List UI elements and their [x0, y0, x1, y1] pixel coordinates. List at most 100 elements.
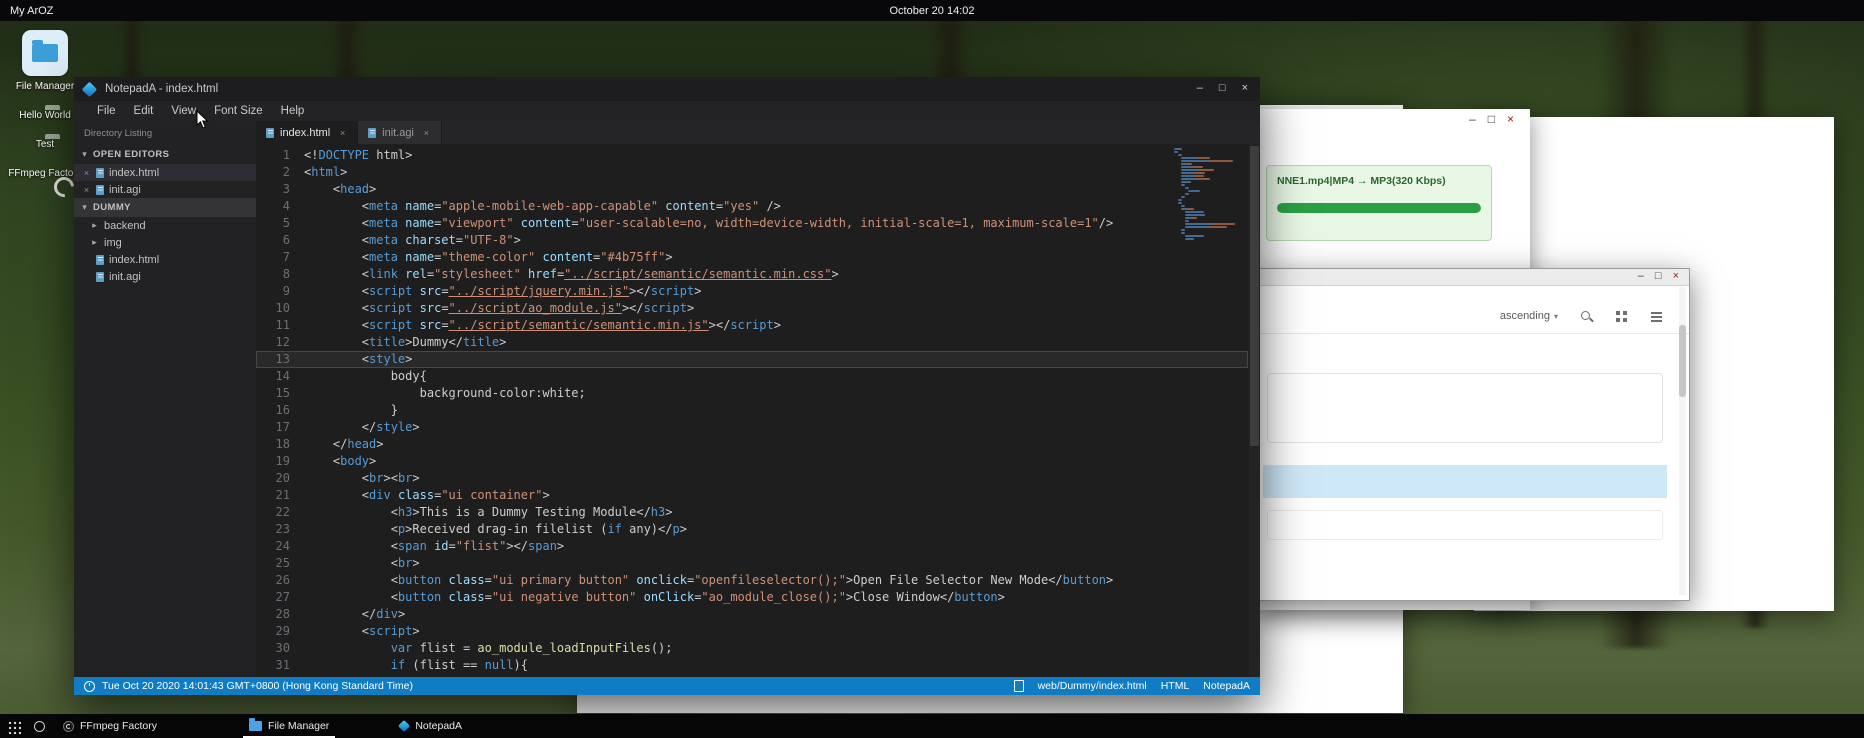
sort-dropdown[interactable]: ascending ▾	[1500, 310, 1558, 322]
menu-help[interactable]: Help	[272, 105, 314, 117]
start-menu-icon[interactable]	[6, 719, 21, 734]
file-window-toolbar: ascending ▾	[1255, 299, 1689, 334]
aroz-brand[interactable]: My ArOZ	[10, 5, 53, 17]
code-line-3[interactable]: 3 <head>	[256, 181, 1248, 198]
close-icon[interactable]: ×	[422, 128, 431, 138]
code-line-27[interactable]: 27 <button class="ui negative button" on…	[256, 589, 1248, 606]
code-line-25[interactable]: 25 <br>	[256, 555, 1248, 572]
code-line-14[interactable]: 14 body{	[256, 368, 1248, 385]
code-line-7[interactable]: 7 <meta name="theme-color" content="#4b7…	[256, 249, 1248, 266]
code-line-5[interactable]: 5 <meta name="viewport" content="user-sc…	[256, 215, 1248, 232]
menu-font-size[interactable]: Font Size	[205, 105, 272, 117]
code-line-6[interactable]: 6 <meta charset="UTF-8">	[256, 232, 1248, 249]
section-open-editors[interactable]: ▾OPEN EDITORS	[74, 145, 256, 164]
file-window-titlebar[interactable]: – □ ×	[1255, 269, 1689, 286]
chevron-down-icon: ▾	[1554, 312, 1558, 321]
menu-edit[interactable]: Edit	[125, 105, 163, 117]
minimap[interactable]	[1174, 148, 1246, 241]
taskbar-circle-icon[interactable]	[34, 721, 45, 732]
sidebar: Directory Listing ▾OPEN EDITORS×index.ht…	[74, 121, 256, 677]
maximize-button[interactable]: □	[1488, 113, 1495, 125]
taskbar-item-ffmpeg-factory[interactable]: FFmpeg Factory	[57, 714, 163, 738]
folder-backend[interactable]: ▸backend	[74, 217, 256, 234]
file-init.agi[interactable]: init.agi	[74, 268, 256, 285]
scrollbar-thumb[interactable]	[1679, 325, 1686, 397]
editor-scrollbar[interactable]	[1249, 144, 1260, 677]
code-line-13[interactable]: 13 <style>	[256, 351, 1248, 368]
close-button[interactable]: ×	[1242, 82, 1248, 94]
line-number: 12	[256, 334, 304, 351]
top-menubar: My ArOZ October 20 14:02	[0, 0, 1864, 21]
code-line-12[interactable]: 12 <title>Dummy</title>	[256, 334, 1248, 351]
code-line-19[interactable]: 19 <body>	[256, 453, 1248, 470]
code-line-8[interactable]: 8 <link rel="stylesheet" href="../script…	[256, 266, 1248, 283]
status-language[interactable]: HTML	[1161, 680, 1190, 692]
close-button[interactable]: ×	[1507, 113, 1514, 125]
minimize-button[interactable]: –	[1197, 82, 1203, 94]
code-line-28[interactable]: 28 </div>	[256, 606, 1248, 623]
taskbar-item-notepada[interactable]: NotepadA	[393, 714, 468, 738]
notepada-titlebar[interactable]: NotepadA - index.html – □ ×	[74, 77, 1260, 101]
code-line-4[interactable]: 4 <meta name="apple-mobile-web-app-capab…	[256, 198, 1248, 215]
open-editor-init.agi[interactable]: ×init.agi	[74, 181, 256, 198]
close-button[interactable]: ×	[1673, 270, 1679, 282]
section-workspace[interactable]: ▾DUMMY	[74, 198, 256, 217]
conversion-progress-bar	[1277, 203, 1481, 213]
minimize-button[interactable]: –	[1469, 113, 1476, 125]
scrollbar[interactable]	[1679, 287, 1686, 595]
search-icon[interactable]	[1580, 310, 1593, 323]
line-number: 25	[256, 555, 304, 572]
code-line-31[interactable]: 31 if (flist == null){	[256, 657, 1248, 674]
tab-init.agi[interactable]: init.agi×	[358, 121, 442, 144]
file-selector-window[interactable]: – □ × ascending ▾	[1254, 268, 1690, 601]
code-line-23[interactable]: 23 <p>Received drag-in filelist (if any)…	[256, 521, 1248, 538]
close-icon[interactable]: ×	[82, 185, 91, 195]
status-filepath[interactable]: web/Dummy/index.html	[1038, 680, 1147, 692]
file-icon	[1014, 680, 1024, 692]
file-list-row[interactable]	[1267, 373, 1663, 443]
code-line-21[interactable]: 21 <div class="ui container">	[256, 487, 1248, 504]
file-list-row[interactable]	[1267, 510, 1663, 540]
line-number: 17	[256, 419, 304, 436]
minimize-button[interactable]: –	[1638, 270, 1644, 282]
notepada-logo-icon	[398, 720, 410, 732]
file-index.html[interactable]: index.html	[74, 251, 256, 268]
folder-icon	[249, 721, 262, 731]
code-line-9[interactable]: 9 <script src="../script/jquery.min.js">…	[256, 283, 1248, 300]
code-line-26[interactable]: 26 <button class="ui primary button" onc…	[256, 572, 1248, 589]
code-line-20[interactable]: 20 <br><br>	[256, 470, 1248, 487]
close-icon[interactable]: ×	[338, 128, 347, 138]
scrollbar-thumb[interactable]	[1250, 146, 1259, 446]
line-number: 19	[256, 453, 304, 470]
code-line-16[interactable]: 16 }	[256, 402, 1248, 419]
notepada-window: NotepadA - index.html – □ × FileEditView…	[74, 77, 1260, 695]
code-line-10[interactable]: 10 <script src="../script/ao_module.js">…	[256, 300, 1248, 317]
conversion-task-card: NNE1.mp4|MP4 → MP3(320 Kbps)	[1266, 165, 1492, 241]
line-number: 7	[256, 249, 304, 266]
menu-file[interactable]: File	[88, 105, 125, 117]
code-line-15[interactable]: 15 background-color:white;	[256, 385, 1248, 402]
code-line-2[interactable]: 2<html>	[256, 164, 1248, 181]
tab-index.html[interactable]: index.html×	[256, 121, 358, 144]
code-line-18[interactable]: 18 </head>	[256, 436, 1248, 453]
code-line-24[interactable]: 24 <span id="flist"></span>	[256, 538, 1248, 555]
folder-tile-icon	[22, 30, 68, 76]
folder-img[interactable]: ▸img	[74, 234, 256, 251]
close-icon[interactable]: ×	[82, 168, 91, 178]
code-line-11[interactable]: 11 <script src="../script/semantic/seman…	[256, 317, 1248, 334]
file-icon	[368, 128, 376, 138]
maximize-button[interactable]: □	[1655, 270, 1662, 282]
file-list-row-selected[interactable]	[1263, 465, 1667, 498]
code-line-17[interactable]: 17 </style>	[256, 419, 1248, 436]
list-view-icon[interactable]	[1650, 310, 1663, 323]
code-area[interactable]: 1<!DOCTYPE html>2<html>3 <head>4 <meta n…	[256, 144, 1248, 677]
code-line-22[interactable]: 22 <h3>This is a Dummy Testing Module</h…	[256, 504, 1248, 521]
taskbar-item-file-manager[interactable]: File Manager	[243, 714, 335, 738]
maximize-button[interactable]: □	[1219, 82, 1226, 94]
grid-view-icon[interactable]	[1615, 310, 1628, 323]
code-line-29[interactable]: 29 <script>	[256, 623, 1248, 640]
open-editor-index.html[interactable]: ×index.html	[74, 164, 256, 181]
code-line-1[interactable]: 1<!DOCTYPE html>	[256, 147, 1248, 164]
file-icon	[96, 168, 104, 178]
code-line-30[interactable]: 30 var flist = ao_module_loadInputFiles(…	[256, 640, 1248, 657]
